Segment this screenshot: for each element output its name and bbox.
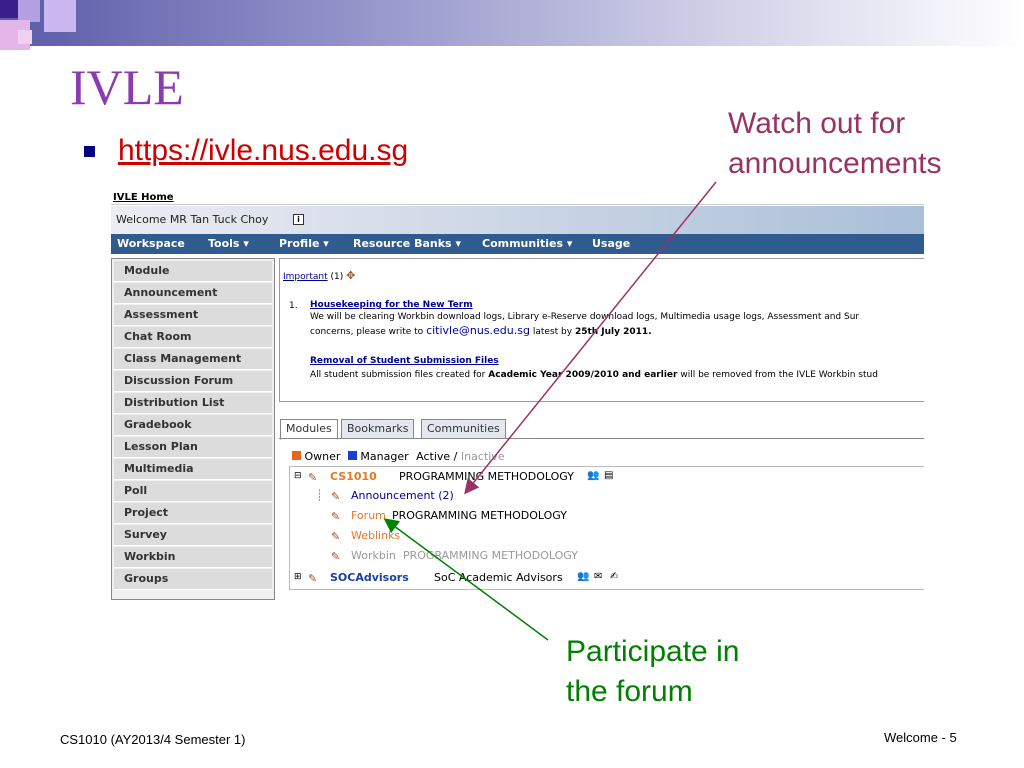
arrow-to-forum: [383, 518, 549, 641]
arrow-to-announcement: [464, 181, 717, 495]
callout-arrows: [383, 181, 717, 641]
